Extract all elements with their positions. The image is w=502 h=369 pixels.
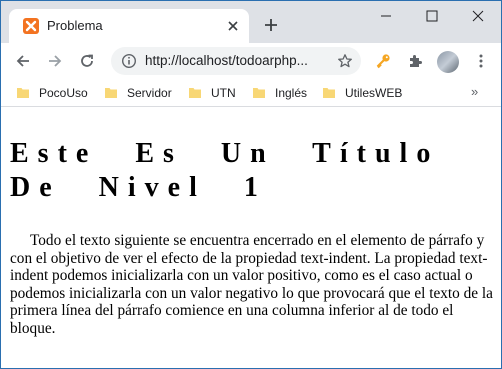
chevron-double-right-icon[interactable]: » [471, 84, 478, 99]
browser-toolbar: http://localhost/todoarphp... [1, 43, 501, 79]
plus-icon[interactable] [263, 17, 279, 33]
forward-arrow-icon[interactable] [47, 53, 63, 69]
folder-icon [17, 88, 29, 98]
indented-paragraph: Todo el texto siguiente se encuentra enc… [10, 232, 493, 337]
folder-icon [189, 88, 201, 98]
window-close-icon[interactable] [455, 1, 501, 31]
puzzle-icon[interactable] [407, 53, 423, 69]
avatar[interactable] [437, 51, 459, 73]
xampp-favicon [23, 18, 39, 34]
bookmarks-bar: PocoUso Servidor UTN Inglés UtilesWEB » [1, 79, 501, 107]
folder-icon [323, 88, 335, 98]
maximize-icon[interactable] [409, 1, 455, 31]
close-icon[interactable] [225, 18, 241, 34]
page-heading: Este Es Un Título De Nivel 1 [10, 138, 440, 203]
kebab-menu-icon[interactable] [473, 53, 489, 69]
page-content: Este Es Un Título De Nivel 1 Todo el tex… [1, 108, 501, 368]
star-icon[interactable] [337, 53, 353, 69]
tab-active[interactable]: Problema [9, 9, 249, 43]
tab-title: Problema [47, 18, 103, 33]
tab-strip: Problema [1, 1, 501, 43]
info-icon[interactable] [121, 53, 137, 69]
back-arrow-icon[interactable] [15, 53, 31, 69]
folder-icon [105, 88, 117, 98]
folder-icon [253, 88, 265, 98]
minimize-icon[interactable] [363, 1, 409, 31]
url-text[interactable]: http://localhost/todoarphp... [145, 53, 325, 68]
key-icon[interactable] [375, 53, 391, 69]
browser-window: Problema http://localhost/todoarphp... P… [0, 0, 502, 369]
reload-icon[interactable] [79, 53, 95, 69]
address-bar[interactable]: http://localhost/todoarphp... [111, 47, 361, 75]
